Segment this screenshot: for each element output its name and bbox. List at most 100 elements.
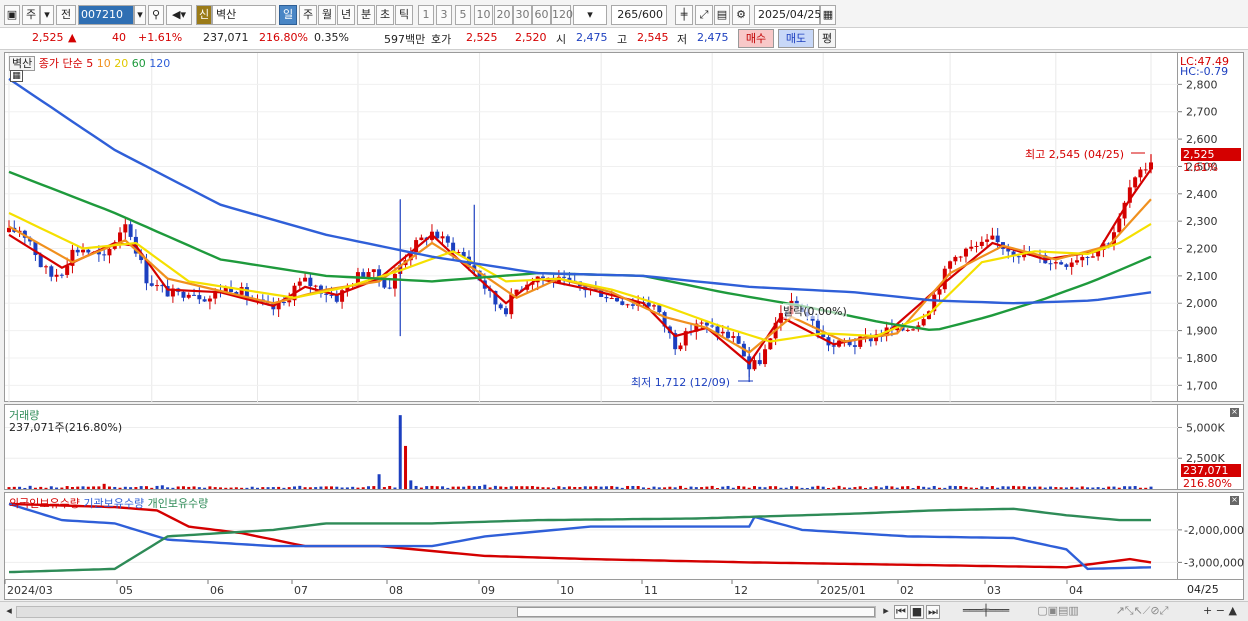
volume-bar [28,485,32,489]
volume-bar [488,487,492,489]
minute-30[interactable]: 30 [513,5,532,25]
candle-body [1143,169,1148,171]
volume-bar [990,486,994,489]
price-axis: 1,700 1,800 1,900 2,000 2,100 2,200 2,300 2,400… [1178,52,1244,402]
volume-bar [12,486,16,489]
volume-bar [308,487,312,489]
search-icon[interactable]: ⚲ [148,5,164,25]
minute-10[interactable]: 10 [474,5,493,25]
holdings-close-icon[interactable]: × [1230,496,1239,505]
volume-bar [483,484,487,489]
price-tick-label: 1,800 [1186,352,1218,365]
minute-1[interactable]: 1 [418,5,434,25]
volume-bar [700,487,704,489]
period-tab-all[interactable]: 전 [56,5,76,25]
volume-bar [55,487,59,489]
interval-minute[interactable]: 분 [357,5,375,25]
draw-tools-icon[interactable]: ⤢ [695,5,713,25]
first-icon[interactable]: ⏮ [894,605,908,619]
horizontal-scrollbar[interactable] [16,606,876,618]
volume-value: 237,071 [203,31,249,44]
holdings-pane[interactable]: 외국인보유수량 기관보유수량 개인보유수량 [4,492,1179,580]
interval-second[interactable]: 초 [376,5,394,25]
table-toggle-icon[interactable]: ▦ [10,70,23,82]
volume-bar [953,486,957,489]
sell-button[interactable]: 매도 [778,29,814,48]
last-icon[interactable]: ⏭ [926,605,940,619]
save-icon[interactable]: ▤ [714,5,730,25]
stop-icon[interactable]: ■ [910,605,924,619]
candle-body [1080,256,1085,261]
date-field[interactable]: 2025/04/25 [754,5,821,25]
holdings-legend: 외국인보유수량 기관보유수량 개인보유수량 [9,495,208,511]
period-tab-week[interactable]: 주 [22,5,40,25]
volume-bar [552,487,556,489]
buy-button[interactable]: 매수 [738,29,774,48]
x-tick-label: 10 [560,584,574,597]
volume-bar [240,487,244,489]
stock-tag: 벽산 [9,56,36,71]
minute-60[interactable]: 60 [532,5,551,25]
candle-body [324,293,329,295]
window-icon[interactable]: ▣ [4,5,20,25]
settings-gear-icon[interactable]: ⚙ [732,5,750,25]
speaker-icon[interactable]: ◀▾ [166,5,192,25]
candle-body [128,224,133,237]
volume-bar [710,485,714,489]
stock-code-input[interactable]: 007210 [78,5,134,25]
current-price: 2,525 [32,31,64,44]
quote-bar: 2,525 ▲ 40 +1.61% 237,071 216.80% 0.35% … [0,28,1248,50]
zoom-controls[interactable]: + − ▲ [1196,605,1244,619]
volume-ratio: 216.80% [259,31,308,44]
volume-bar [1033,486,1037,489]
candle-style-icon[interactable]: ╪ [675,5,693,25]
zoom-slider[interactable]: ═══╪═══ [950,605,1022,619]
layout-icons[interactable]: ▢▣▤▥ [1028,605,1088,619]
volume-bar [837,485,841,489]
holdings-axis-svg: -2,000,000 -3,000,000 [1178,524,1244,569]
interval-month[interactable]: 월 [318,5,336,25]
minute-20[interactable]: 20 [494,5,513,25]
interval-tick[interactable]: 틱 [395,5,413,25]
volume-bar [76,486,80,489]
candle-body [990,235,995,240]
candle-body [239,287,244,295]
volume-bar [1144,487,1148,489]
price-chart-pane[interactable]: 벽산 종가 단순 5 10 20 60 120 ▦ 최고 2,545 (04/2… [4,52,1179,403]
interval-year[interactable]: 년 [337,5,355,25]
candle-body [726,331,731,338]
candle-body [382,279,387,288]
interval-week[interactable]: 주 [299,5,317,25]
candle-body [75,249,80,253]
drawing-tool-icons[interactable]: ↗⤡↖⟋⊘⤢ [1092,605,1192,619]
candle-body [38,255,43,268]
ma-line-5 [8,168,1152,366]
custom-interval-select[interactable]: ▾ [573,5,607,25]
candle-body [995,235,1000,243]
minute-5[interactable]: 5 [455,5,471,25]
scroll-right-icon[interactable]: ▸ [880,605,892,619]
volume-bar [361,487,365,489]
stock-name-field[interactable]: 벽산 [212,5,276,25]
volume-bar [293,486,296,489]
volume-close-icon[interactable]: × [1230,408,1239,417]
volume-bar [1075,487,1079,489]
volume-bar [1006,486,1010,489]
interval-day[interactable]: 일 [279,5,297,25]
candle-body [704,322,709,326]
candle-body [155,285,160,287]
minute-3[interactable]: 3 [436,5,452,25]
candle-body [207,298,212,302]
eval-button[interactable]: 평 [818,29,836,48]
bar-count-field[interactable]: 265/600 [611,5,667,25]
volume-bar [139,486,143,489]
volume-bar [657,487,661,489]
code-dropdown-icon[interactable]: ▾ [134,5,146,25]
volume-pane[interactable]: 거래량 237,071주(216.80%) [4,404,1179,490]
dropdown-arrow-icon[interactable]: ▾ [40,5,54,25]
calendar-icon[interactable]: ▦ [820,5,836,25]
scroll-left-icon[interactable]: ◂ [4,605,14,619]
minute-120[interactable]: 120 [551,5,573,25]
scrollbar-thumb[interactable] [517,607,875,617]
candle-body [297,281,302,286]
